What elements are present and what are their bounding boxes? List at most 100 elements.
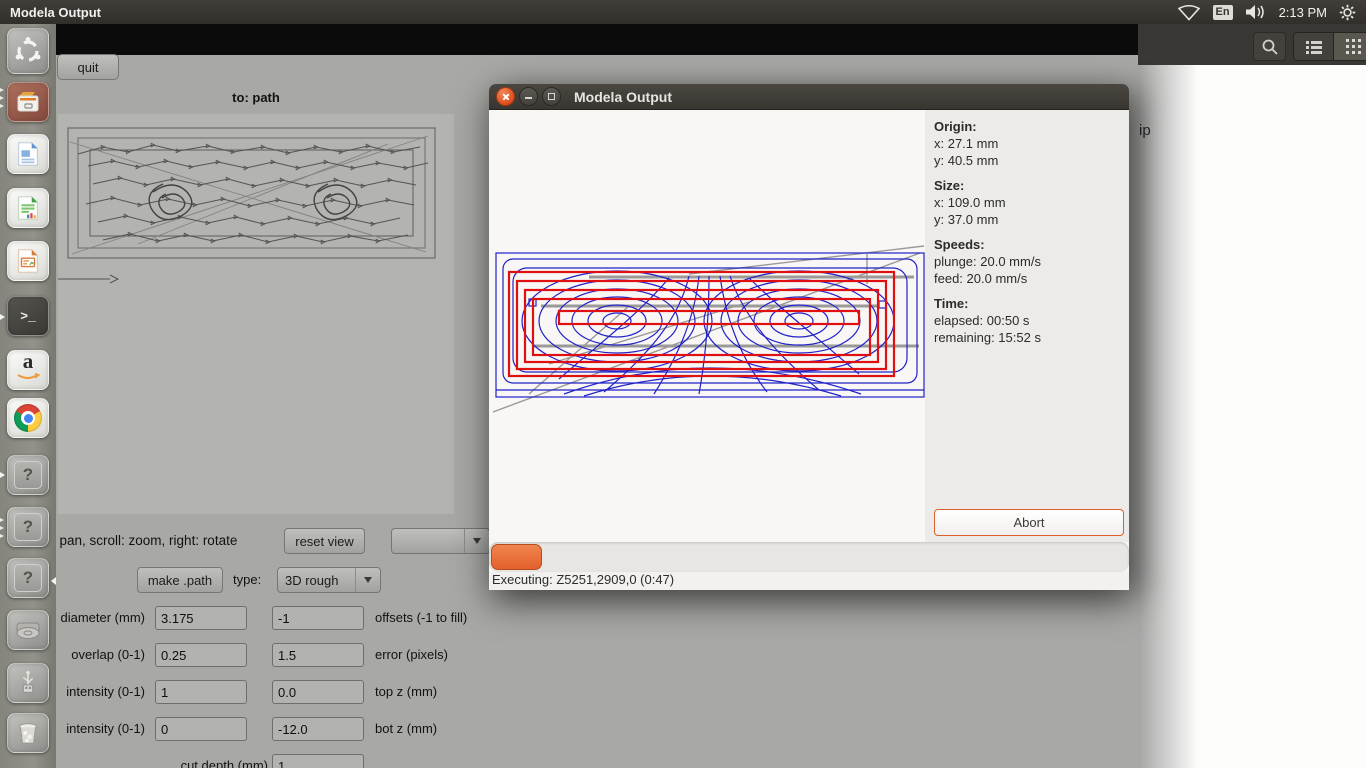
- chrome-logo-icon: [14, 404, 42, 432]
- running-pip: [0, 518, 4, 522]
- error-label: error (pixels): [375, 647, 448, 662]
- type-select-arrow[interactable]: [355, 568, 380, 592]
- amazon-a-icon: a: [22, 349, 34, 373]
- terminal-prompt-icon: >_: [20, 308, 36, 324]
- running-pip: [0, 472, 5, 478]
- intensity-top-input[interactable]: [155, 680, 247, 704]
- ubuntu-logo-icon: [15, 37, 41, 62]
- launcher-item-ubuntu-dash[interactable]: [7, 28, 49, 74]
- usb-device-icon: [22, 671, 34, 693]
- launcher-item-amazon[interactable]: a: [7, 350, 49, 390]
- list-view-icon: [1305, 40, 1322, 54]
- error-input[interactable]: [272, 643, 364, 667]
- launcher-item-terminal[interactable]: >_: [7, 296, 49, 336]
- list-view-button[interactable]: [1294, 33, 1333, 60]
- app-header-band: [56, 24, 1138, 55]
- chevron-down-icon: [364, 577, 372, 583]
- window-shadow: [1138, 65, 1198, 768]
- job-stats-panel: Origin: x: 27.1 mm y: 40.5 mm Size: x: 1…: [925, 110, 1129, 542]
- progress-fill: [491, 544, 543, 570]
- session-gear-icon[interactable]: [1339, 4, 1356, 21]
- system-tray: En 2:13 PM: [1177, 4, 1356, 21]
- running-pip: [0, 534, 4, 538]
- running-pip: [0, 314, 5, 320]
- launcher-item-disk[interactable]: [7, 610, 49, 650]
- cut-depth-input[interactable]: [272, 754, 364, 768]
- running-pip: [0, 88, 4, 92]
- elapsed-time: elapsed: 00:50 s: [934, 313, 1030, 328]
- feed-speed: feed: 20.0 mm/s: [934, 271, 1028, 286]
- status-bar: Executing: Z5251,2909,0 (0:47): [489, 572, 1129, 590]
- launcher-item-unknown-1[interactable]: ?: [7, 455, 49, 495]
- desktop: quit to: path left: pan, scroll: zoom, r…: [0, 0, 1366, 768]
- volume-icon[interactable]: [1245, 4, 1267, 20]
- file-cabinet-icon: [17, 92, 39, 112]
- launcher-item-libreoffice-impress[interactable]: [7, 241, 49, 281]
- maximize-button[interactable]: [542, 87, 561, 106]
- bot-z-input[interactable]: [272, 717, 364, 741]
- search-button[interactable]: [1253, 32, 1286, 61]
- clock[interactable]: 2:13 PM: [1279, 5, 1327, 20]
- chevron-down-icon: [473, 538, 481, 544]
- offsets-input[interactable]: [272, 606, 364, 630]
- view-toggle: [1293, 32, 1366, 61]
- launcher-item-unknown-2[interactable]: ?: [7, 507, 49, 547]
- offsets-label: offsets (-1 to fill): [375, 610, 468, 625]
- size-header: Size:: [934, 178, 965, 193]
- canvas-controls-hint: left: pan, scroll: zoom, right: rotate: [34, 533, 238, 548]
- overlap-input[interactable]: [155, 643, 247, 667]
- launcher-item-files[interactable]: [7, 82, 49, 122]
- wireframe-toolpath-drawing: [58, 127, 436, 284]
- close-button[interactable]: [496, 87, 515, 106]
- abort-button[interactable]: Abort: [934, 509, 1124, 536]
- reset-view-button[interactable]: reset view: [284, 528, 365, 554]
- unknown-app-icon: ?: [14, 564, 42, 592]
- make-path-button[interactable]: make .path: [137, 567, 223, 593]
- diameter-input[interactable]: [155, 606, 247, 630]
- path-preview-canvas[interactable]: [58, 114, 454, 514]
- amazon-smile-icon: [17, 372, 41, 379]
- cut-depth-label: cut depth (mm): [180, 758, 268, 768]
- launcher-item-libreoffice-calc[interactable]: [7, 188, 49, 228]
- launcher-item-trash[interactable]: [7, 713, 49, 753]
- quit-button[interactable]: quit: [57, 54, 119, 80]
- launcher-item-libreoffice-writer[interactable]: [7, 134, 49, 174]
- top-panel: Modela Output En 2:13 PM: [0, 0, 1366, 24]
- writer-document-icon: [18, 142, 38, 166]
- launcher-item-chrome[interactable]: [7, 398, 49, 438]
- minimize-icon: [525, 96, 532, 99]
- calc-spreadsheet-icon: [18, 196, 38, 220]
- view-select-arrow[interactable]: [464, 529, 489, 553]
- launcher-item-unknown-3[interactable]: ?: [7, 558, 49, 598]
- top-z-input[interactable]: [272, 680, 364, 704]
- toolpath-drawing: [492, 245, 925, 413]
- origin-x: x: 27.1 mm: [934, 136, 999, 151]
- maximize-icon: [548, 93, 555, 100]
- origin-header: Origin:: [934, 119, 977, 134]
- dialog-titlebar[interactable]: Modela Output: [489, 84, 1129, 110]
- launcher-item-usb[interactable]: [7, 663, 49, 703]
- type-select[interactable]: 3D rough: [277, 567, 381, 593]
- keyboard-layout-indicator[interactable]: En: [1212, 4, 1233, 20]
- hard-disk-icon: [16, 622, 40, 639]
- modela-output-dialog: Modela Output Origin: x: 27.1 mm y: 40.5…: [489, 84, 1129, 590]
- unity-launcher: >_ a ? ? ?: [0, 24, 56, 768]
- grid-view-button[interactable]: [1333, 33, 1366, 60]
- origin-y: y: 40.5 mm: [934, 153, 999, 168]
- running-pip: [0, 96, 4, 100]
- view-select[interactable]: [391, 528, 490, 554]
- progress-bar: [489, 542, 1129, 572]
- unknown-app-icon: ?: [14, 461, 42, 489]
- panel-app-title: Modela Output: [10, 4, 101, 20]
- running-pip: [0, 104, 4, 108]
- time-header: Time:: [934, 296, 969, 311]
- intensity-bot-input[interactable]: [155, 717, 247, 741]
- type-select-value: 3D rough: [285, 572, 339, 588]
- type-label: type:: [233, 572, 262, 587]
- file-manager-toolbar: [1138, 24, 1366, 65]
- grid-view-icon: [1346, 39, 1361, 54]
- network-icon[interactable]: [1177, 4, 1201, 21]
- focused-pip: [51, 577, 56, 585]
- minimize-button[interactable]: [519, 87, 538, 106]
- view-title: to: path: [232, 90, 280, 105]
